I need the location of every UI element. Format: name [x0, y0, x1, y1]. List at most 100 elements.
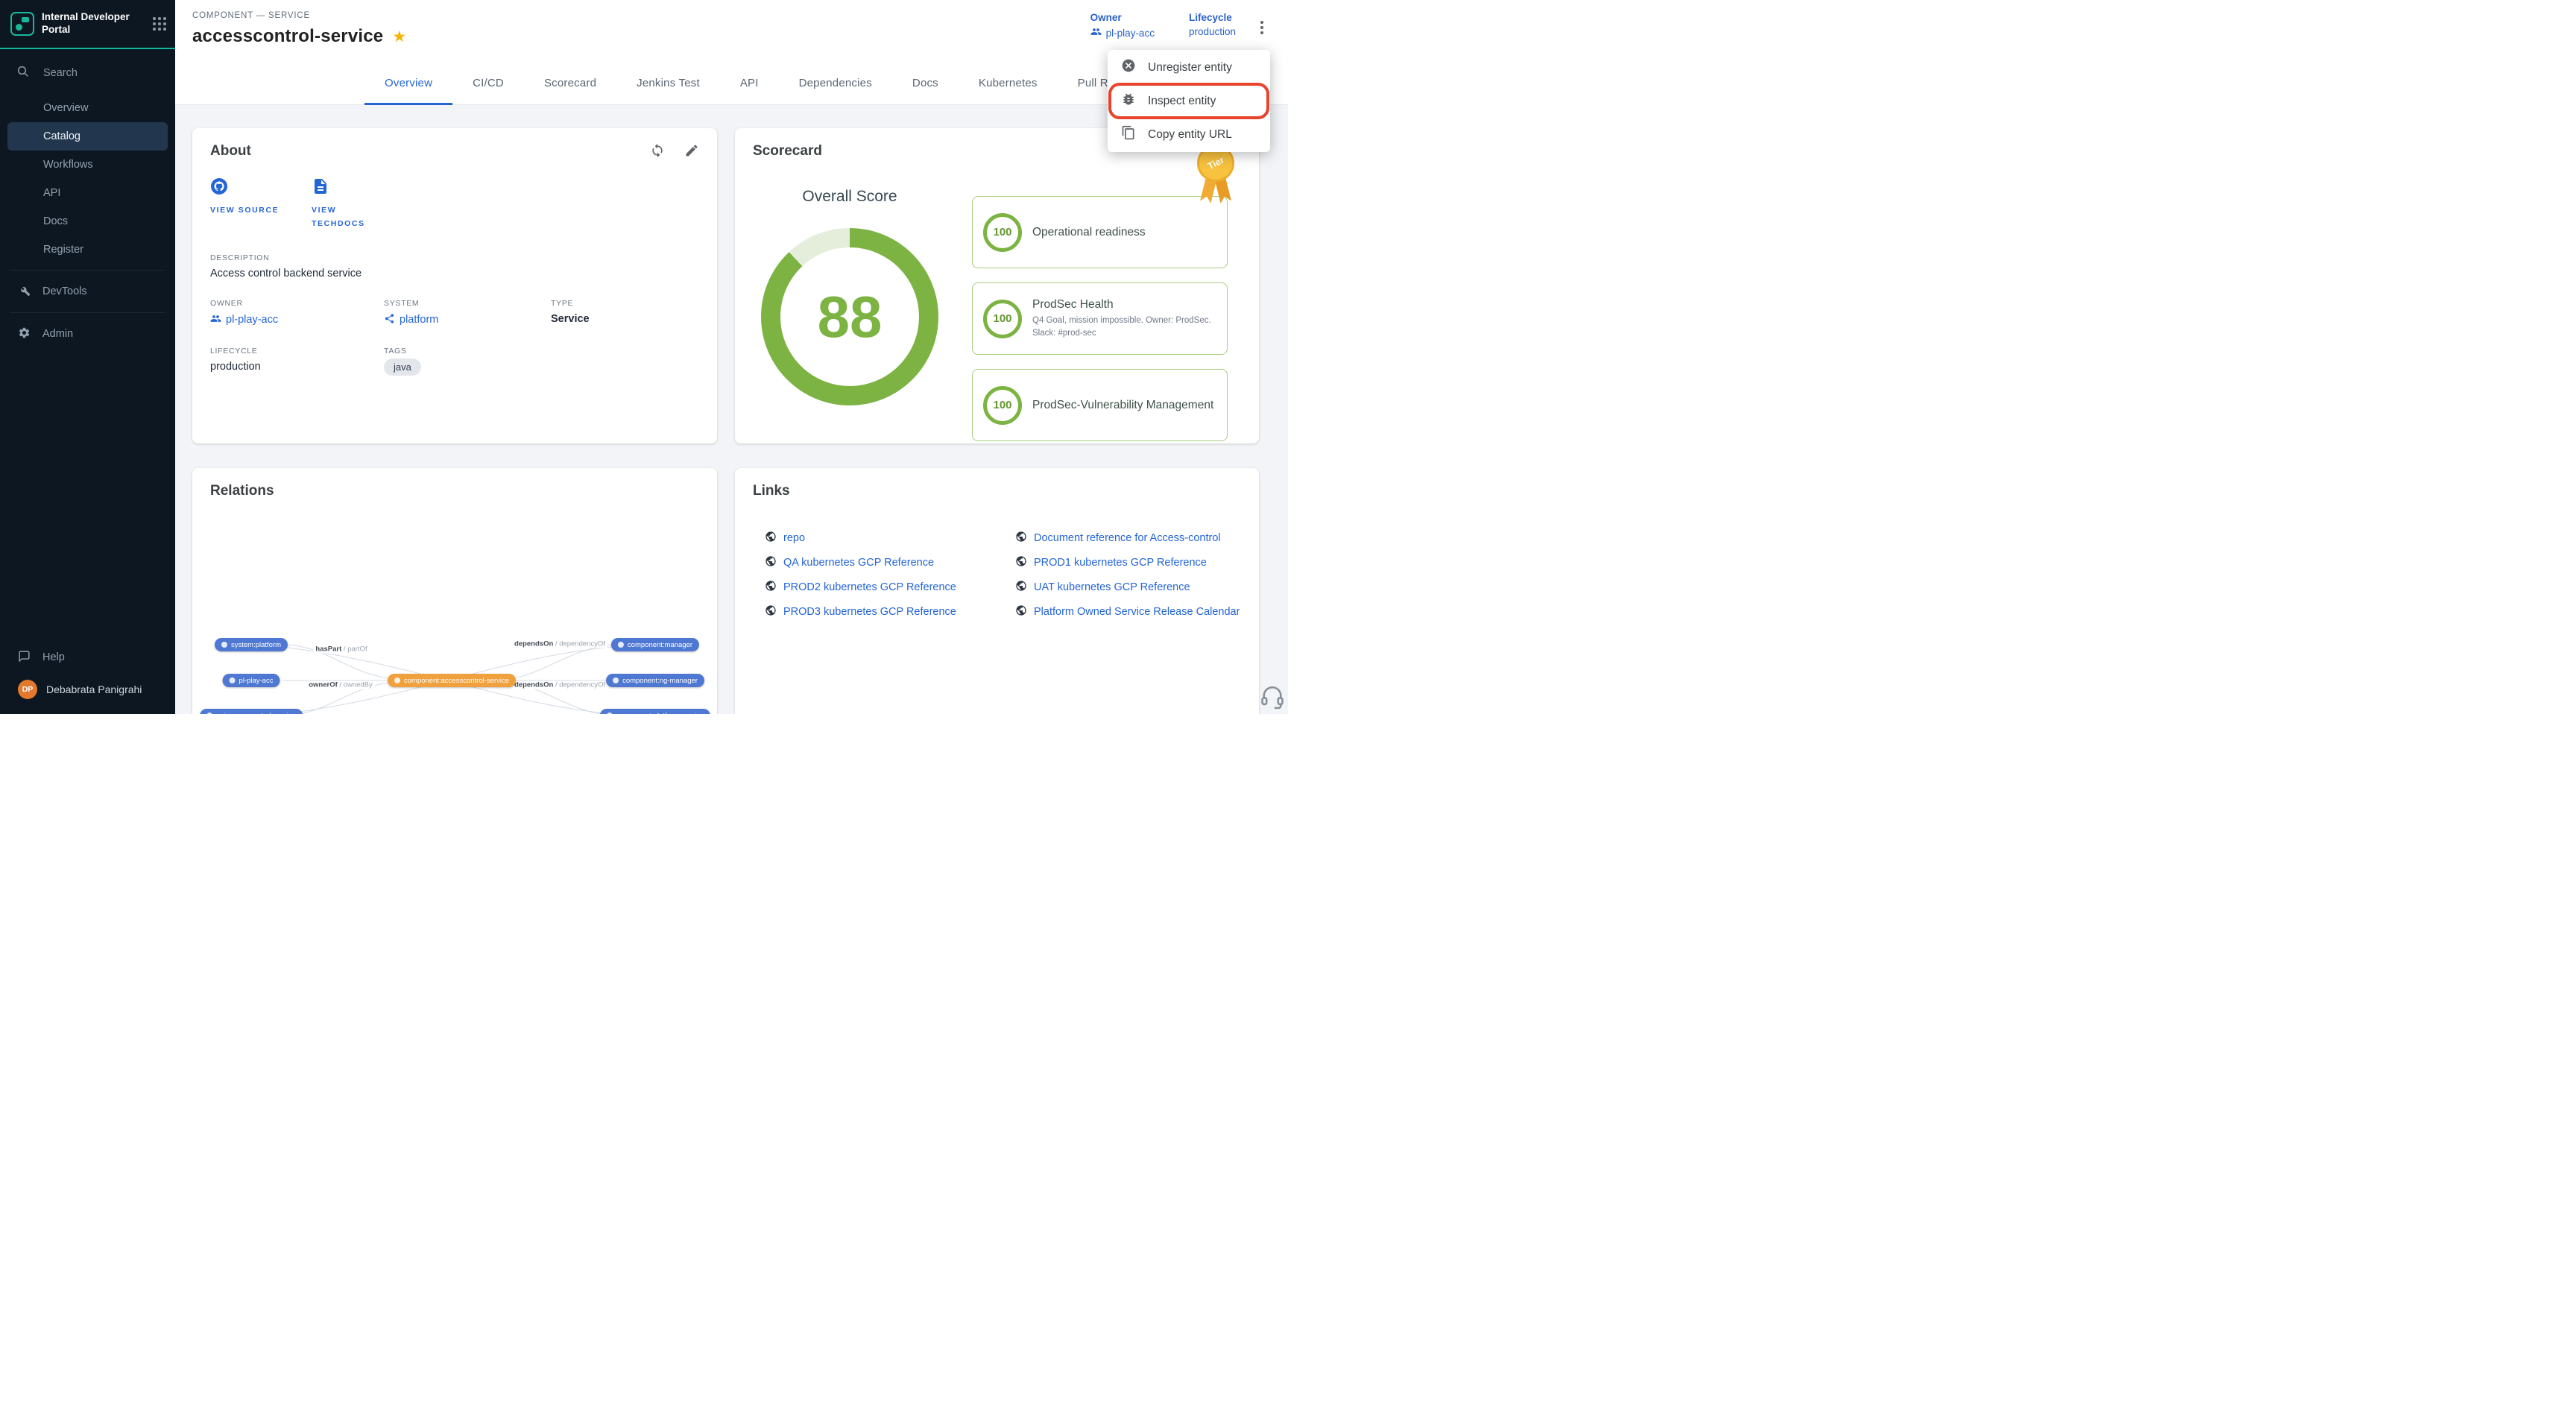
tab-kubernetes[interactable]: Kubernetes — [959, 63, 1058, 105]
score-ring: 100 — [983, 386, 1022, 425]
sidebar-divider — [10, 312, 165, 313]
wrench-icon — [18, 284, 31, 300]
tab-jenkins-test[interactable]: Jenkins Test — [616, 63, 720, 105]
menu-item-copy-entity-url[interactable]: Copy entity URL — [1108, 118, 1270, 151]
score-item[interactable]: 100 ProdSec Health Q4 Goal, mission impo… — [972, 282, 1228, 355]
system-field-link[interactable]: platform — [384, 313, 551, 327]
type-field-value: Service — [551, 313, 699, 325]
relation-node[interactable]: api:accesscontrol-service — [200, 709, 303, 714]
help-chat-icon — [18, 650, 31, 666]
node-icon — [613, 677, 619, 683]
sidebar-header: Internal Developer Portal — [0, 0, 175, 49]
user-menu[interactable]: DP Debabrata Panigrahi — [0, 672, 175, 707]
system-field-label: SYSTEM — [384, 299, 551, 308]
score-item[interactable]: 100 Operational readiness — [972, 196, 1228, 268]
score-ring: 100 — [983, 213, 1022, 252]
menu-item-unregister-entity[interactable]: Unregister entity — [1108, 51, 1270, 84]
group-icon — [1090, 26, 1102, 40]
owner-field-link[interactable]: pl-play-acc — [210, 313, 384, 327]
about-title: About — [210, 143, 251, 159]
score-ring: 100 — [983, 300, 1022, 338]
avatar: DP — [18, 680, 37, 699]
entity-context-menu: Unregister entity Inspect entity Copy en… — [1108, 50, 1270, 152]
sidebar-bottom: Help DP Debabrata Panigrahi — [0, 642, 175, 707]
link-item[interactable]: Platform Owned Service Release Calendar — [1015, 604, 1240, 619]
link-item[interactable]: repo — [765, 531, 1015, 546]
app-root: Internal Developer Portal Search Overvie… — [0, 0, 1288, 714]
headset-support-icon[interactable] — [1260, 684, 1285, 710]
edge-label: dependsOn / dependencyOf — [512, 640, 607, 648]
system-share-icon — [384, 313, 395, 327]
search-icon — [16, 65, 30, 81]
sidebar-item-register[interactable]: Register — [7, 236, 168, 264]
sidebar-item-overview[interactable]: Overview — [7, 94, 168, 122]
node-icon — [206, 713, 212, 714]
sidebar-item-devtools[interactable]: DevTools — [0, 277, 175, 306]
menu-item-inspect-entity[interactable]: Inspect entity — [1108, 84, 1270, 118]
relation-node[interactable]: pl-play-acc — [223, 674, 280, 687]
score-item[interactable]: 100 ProdSec-Vulnerability Management — [972, 369, 1228, 441]
relation-node[interactable]: system:platform — [215, 638, 288, 651]
sidebar-item-docs[interactable]: Docs — [7, 207, 168, 236]
globe-icon — [765, 531, 777, 546]
globe-icon — [1015, 604, 1027, 619]
sidebar-item-catalog[interactable]: Catalog — [7, 122, 168, 151]
github-icon — [210, 186, 228, 198]
bug-icon — [1121, 92, 1136, 110]
scorecard-card: Scorecard Overall Score 88 Tier 100 Oper… — [735, 128, 1259, 443]
content-area: About VIEW SOURCE — [175, 105, 1288, 714]
tab-overview[interactable]: Overview — [364, 63, 452, 105]
relation-node[interactable]: component:ng-manager — [606, 674, 704, 687]
apps-grid-icon[interactable] — [153, 17, 166, 31]
kebab-menu-icon[interactable] — [1252, 18, 1272, 37]
link-item[interactable]: QA kubernetes GCP Reference — [765, 555, 1015, 570]
overall-score-value: 88 — [761, 228, 938, 405]
tab-docs[interactable]: Docs — [892, 63, 959, 105]
sidebar: Internal Developer Portal Search Overvie… — [0, 0, 175, 714]
overall-score-donut: 88 — [761, 228, 938, 405]
tab-dependencies[interactable]: Dependencies — [779, 63, 892, 105]
relation-node[interactable]: component:manager — [611, 638, 699, 651]
help-label: Help — [42, 651, 65, 663]
tab-scorecard[interactable]: Scorecard — [524, 63, 616, 105]
globe-icon — [765, 555, 777, 570]
sidebar-item-help[interactable]: Help — [0, 642, 175, 672]
view-source-link[interactable]: VIEW SOURCE — [210, 177, 282, 231]
score-item-title: Operational readiness — [1032, 226, 1146, 239]
tag-chip[interactable]: java — [384, 358, 421, 376]
node-icon — [221, 642, 227, 648]
edit-pencil-icon[interactable] — [684, 143, 699, 158]
sidebar-search[interactable]: Search — [0, 55, 175, 91]
node-icon — [618, 642, 624, 648]
link-item[interactable]: UAT kubernetes GCP Reference — [1015, 580, 1240, 595]
link-item[interactable]: PROD2 kubernetes GCP Reference — [765, 580, 1015, 595]
owner-link[interactable]: pl-play-acc — [1090, 26, 1155, 40]
edge-label: hasPart / partOf — [313, 645, 369, 654]
tab-cicd[interactable]: CI/CD — [452, 63, 524, 105]
relation-node-primary[interactable]: component:accesscontrol-service — [388, 674, 516, 687]
favorite-star-icon[interactable]: ★ — [392, 29, 406, 45]
owner-field-label: OWNER — [210, 299, 384, 308]
sidebar-item-api[interactable]: API — [7, 179, 168, 207]
user-name: Debabrata Panigrahi — [46, 683, 142, 695]
view-source-label: VIEW SOURCE — [210, 203, 282, 217]
links-column-2: Document reference for Access-control PR… — [1015, 531, 1240, 619]
lifecycle-field-value: production — [210, 361, 384, 373]
edge-label: ownerOf / ownedBy — [306, 681, 375, 689]
sidebar-item-workflows[interactable]: Workflows — [7, 151, 168, 179]
links-title: Links — [753, 483, 1241, 499]
link-item[interactable]: PROD3 kubernetes GCP Reference — [765, 604, 1015, 619]
globe-icon — [1015, 555, 1027, 570]
score-item-list: 100 Operational readiness 100 ProdSec He… — [972, 196, 1228, 441]
relations-graph: hasPart / partOf ownerOf / ownedBy apiPr… — [192, 468, 717, 714]
score-item-subtitle: Q4 Goal, mission impossible. Owner: Prod… — [1032, 315, 1216, 338]
sidebar-item-admin[interactable]: Admin — [0, 319, 175, 349]
view-techdocs-link[interactable]: VIEW TECHDOCS — [312, 177, 383, 231]
tab-api[interactable]: API — [720, 63, 779, 105]
cancel-icon — [1121, 58, 1136, 77]
link-item[interactable]: PROD1 kubernetes GCP Reference — [1015, 555, 1240, 570]
relation-node[interactable]: component:platform-service — [600, 709, 710, 714]
refresh-icon[interactable] — [650, 143, 665, 158]
link-item[interactable]: Document reference for Access-control — [1015, 531, 1240, 546]
lifecycle-block: Lifecycle production — [1189, 12, 1236, 40]
